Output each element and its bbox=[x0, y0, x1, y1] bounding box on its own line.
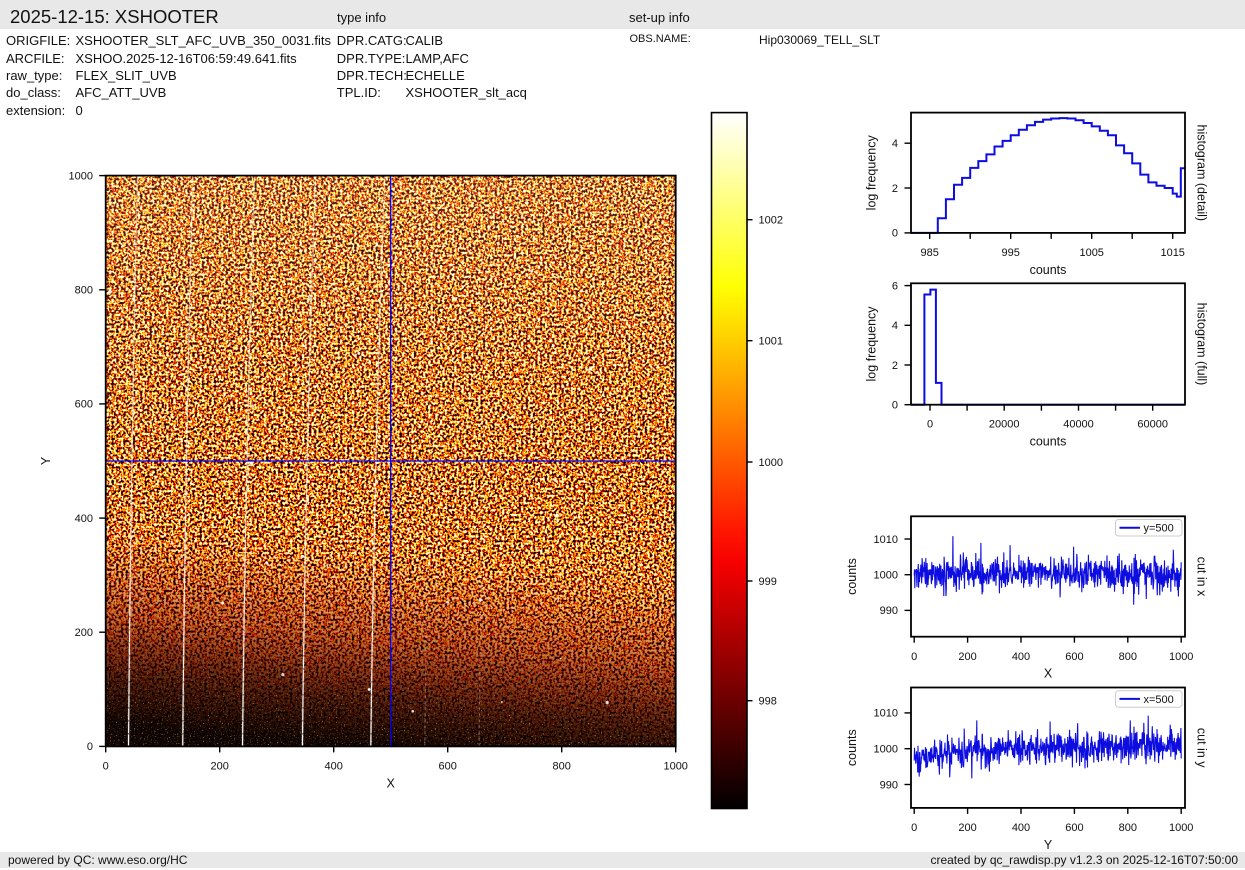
svg-text:1000: 1000 bbox=[874, 744, 898, 756]
svg-text:400: 400 bbox=[325, 761, 343, 773]
svg-text:600: 600 bbox=[439, 761, 457, 773]
svg-text:log frequency: log frequency bbox=[865, 135, 879, 211]
svg-text:1000: 1000 bbox=[874, 570, 898, 582]
svg-text:x=500: x=500 bbox=[1144, 694, 1174, 706]
svg-text:cut in x: cut in x bbox=[1195, 557, 1209, 597]
svg-text:1002: 1002 bbox=[759, 215, 783, 227]
svg-text:600: 600 bbox=[1065, 822, 1083, 834]
svg-text:1000: 1000 bbox=[69, 170, 93, 182]
svg-text:1001: 1001 bbox=[759, 336, 783, 348]
svg-text:20000: 20000 bbox=[989, 419, 1020, 431]
svg-text:4: 4 bbox=[892, 320, 898, 332]
svg-text:600: 600 bbox=[1065, 651, 1083, 663]
svg-text:200: 200 bbox=[958, 822, 976, 834]
svg-text:0: 0 bbox=[911, 651, 917, 663]
svg-text:4: 4 bbox=[892, 138, 898, 150]
svg-text:995: 995 bbox=[1002, 247, 1020, 259]
svg-text:histogram (detail): histogram (detail) bbox=[1195, 125, 1209, 222]
svg-text:985: 985 bbox=[921, 247, 939, 259]
svg-text:1005: 1005 bbox=[1079, 247, 1103, 259]
svg-text:histogram (full): histogram (full) bbox=[1195, 303, 1209, 386]
svg-text:1000: 1000 bbox=[1169, 822, 1193, 834]
svg-text:counts: counts bbox=[1030, 263, 1067, 277]
svg-text:0: 0 bbox=[87, 741, 93, 753]
svg-text:400: 400 bbox=[1012, 822, 1030, 834]
svg-text:2: 2 bbox=[892, 360, 898, 372]
svg-text:counts: counts bbox=[1030, 435, 1067, 449]
svg-text:log frequency: log frequency bbox=[865, 306, 879, 382]
svg-text:990: 990 bbox=[880, 779, 898, 791]
svg-text:y=500: y=500 bbox=[1144, 523, 1174, 535]
svg-text:200: 200 bbox=[958, 651, 976, 663]
svg-text:400: 400 bbox=[75, 513, 93, 525]
svg-text:1010: 1010 bbox=[874, 534, 898, 546]
svg-text:800: 800 bbox=[75, 285, 93, 297]
svg-text:200: 200 bbox=[75, 627, 93, 639]
svg-text:990: 990 bbox=[880, 605, 898, 617]
svg-text:400: 400 bbox=[1012, 651, 1030, 663]
svg-text:1000: 1000 bbox=[1169, 651, 1193, 663]
svg-text:X: X bbox=[1044, 667, 1053, 681]
svg-text:600: 600 bbox=[75, 399, 93, 411]
svg-text:800: 800 bbox=[553, 761, 571, 773]
svg-text:6: 6 bbox=[892, 280, 898, 292]
svg-text:2: 2 bbox=[892, 183, 898, 195]
svg-text:40000: 40000 bbox=[1063, 419, 1094, 431]
svg-text:60000: 60000 bbox=[1137, 419, 1168, 431]
svg-text:cut in y: cut in y bbox=[1195, 728, 1209, 768]
svg-text:1000: 1000 bbox=[663, 761, 687, 773]
svg-text:800: 800 bbox=[1119, 822, 1137, 834]
svg-text:200: 200 bbox=[211, 761, 229, 773]
svg-text:0: 0 bbox=[927, 419, 933, 431]
svg-text:1000: 1000 bbox=[759, 457, 783, 469]
svg-text:800: 800 bbox=[1119, 651, 1137, 663]
svg-text:1015: 1015 bbox=[1160, 247, 1184, 259]
svg-text:999: 999 bbox=[759, 576, 777, 588]
svg-text:0: 0 bbox=[911, 822, 917, 834]
svg-text:0: 0 bbox=[892, 400, 898, 412]
svg-text:Y: Y bbox=[39, 456, 53, 465]
svg-text:X: X bbox=[387, 777, 396, 791]
svg-text:counts: counts bbox=[845, 558, 859, 595]
svg-text:Y: Y bbox=[1044, 838, 1053, 852]
svg-text:0: 0 bbox=[892, 228, 898, 240]
svg-text:0: 0 bbox=[103, 761, 109, 773]
svg-text:998: 998 bbox=[759, 696, 777, 708]
svg-text:counts: counts bbox=[845, 729, 859, 766]
svg-text:1010: 1010 bbox=[874, 708, 898, 720]
